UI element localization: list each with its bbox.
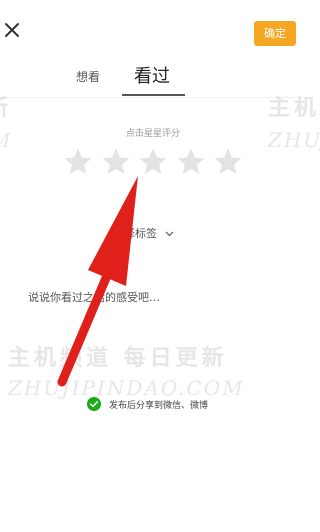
star-rating	[62, 146, 244, 180]
comment-input[interactable]	[28, 286, 278, 308]
star-icon[interactable]	[137, 146, 169, 178]
star-icon[interactable]	[212, 146, 244, 178]
close-button[interactable]	[2, 20, 22, 40]
watermark-main-cn: 主机频道 每日更新	[8, 345, 228, 371]
check-circle-icon[interactable]	[87, 397, 101, 411]
confirm-button[interactable]: 确定	[254, 21, 296, 46]
tab-divider	[0, 97, 306, 98]
tab-seen[interactable]: 看过	[134, 62, 170, 88]
tag-select-label: 选择标签	[113, 227, 157, 240]
star-icon[interactable]	[175, 146, 207, 178]
tab-wanted[interactable]: 想看	[76, 68, 100, 85]
star-icon[interactable]	[62, 146, 94, 178]
share-label: 发布后分享到微信、微博	[109, 400, 209, 411]
tag-select-button[interactable]: 选择标签	[113, 225, 174, 241]
active-tab-indicator	[122, 94, 185, 96]
chevron-down-icon	[165, 231, 173, 237]
tab-bar: 想看 看过	[0, 62, 306, 98]
share-option[interactable]: 发布后分享到微信、微博	[87, 396, 208, 412]
close-icon	[5, 23, 19, 37]
rating-hint: 点击星星评分	[125, 129, 180, 139]
star-icon[interactable]	[100, 146, 132, 178]
